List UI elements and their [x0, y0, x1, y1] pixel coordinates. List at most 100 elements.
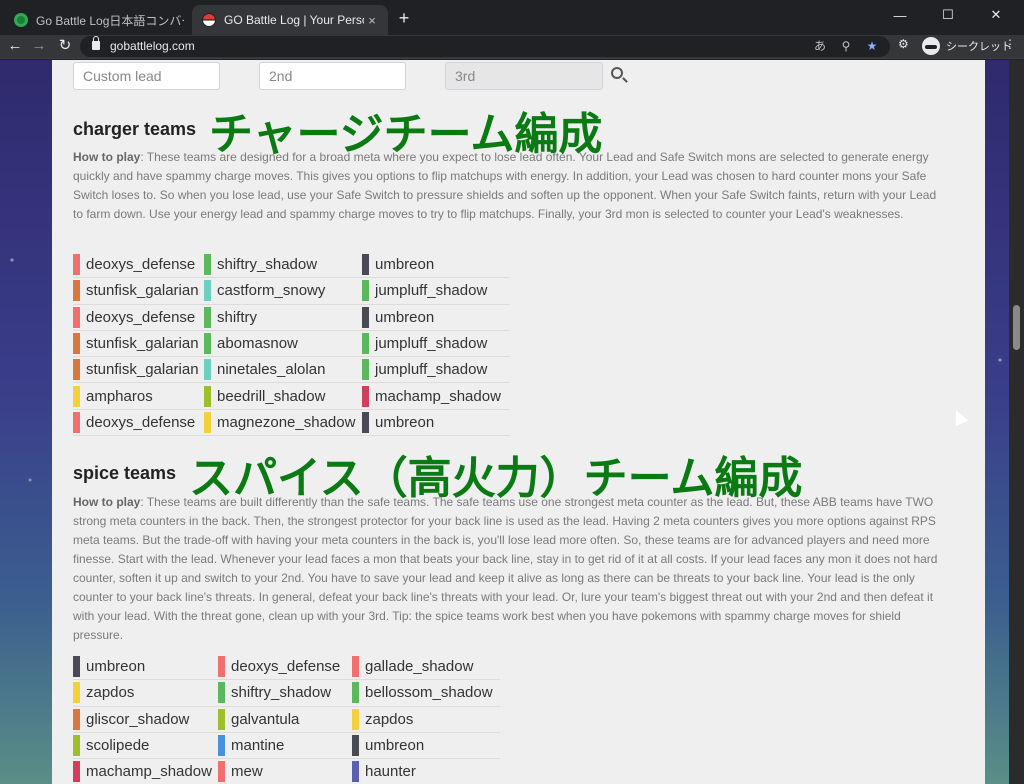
zoom-icon[interactable]: ⚲ [838, 38, 854, 54]
team-member[interactable]: mew [218, 759, 352, 784]
pokemon-name: deoxys_defense [86, 256, 196, 274]
minimize-icon[interactable]: — [876, 0, 924, 30]
globe-icon [14, 13, 28, 27]
team-member[interactable]: machamp_shadow [362, 383, 509, 408]
pokemon-name: galvantula [231, 710, 300, 728]
team-member[interactable]: shiftry_shadow [218, 680, 352, 705]
reload-icon[interactable]: ↻ [54, 35, 76, 57]
type-color-bar [362, 411, 369, 433]
translate-icon[interactable]: あ [812, 38, 828, 54]
incognito-indicator[interactable]: シークレット [922, 37, 1012, 55]
team-member[interactable]: umbreon [362, 252, 509, 277]
team-member[interactable]: jumpluff_shadow [362, 278, 509, 303]
team-member[interactable]: zapdos [352, 707, 500, 732]
team-member[interactable]: umbreon [362, 410, 509, 435]
team-row[interactable]: scolipede mantine umbreon [73, 733, 500, 760]
charger-teams-heading: charger teams [73, 119, 197, 139]
team-row[interactable]: gliscor_shadow galvantula zapdos [73, 707, 500, 733]
main-content: Custom lead 2nd 3rd charger teams チャージチー… [52, 60, 985, 784]
team-member[interactable]: beedrill_shadow [204, 383, 362, 408]
type-color-bar [362, 333, 369, 355]
scrollbar-thumb[interactable] [1013, 305, 1020, 350]
search-icon[interactable] [611, 67, 623, 79]
team-member[interactable]: bellossom_shadow [352, 680, 500, 705]
team-row[interactable]: umbreon deoxys_defense gallade_shadow [73, 654, 500, 681]
type-color-bar [204, 306, 211, 328]
team-member[interactable]: umbreon [352, 733, 500, 758]
team-member[interactable]: shiftry_shadow [204, 252, 362, 277]
team-row[interactable]: stunfisk_galarian abomasnow jumpluff_shado… [73, 331, 509, 358]
forward-icon[interactable]: → [28, 35, 50, 57]
team-member[interactable]: stunfisk_galarian [73, 278, 204, 303]
team-member[interactable]: zapdos [73, 680, 218, 705]
type-color-bar [73, 708, 80, 730]
team-member[interactable]: machamp_shadow [73, 759, 218, 784]
team-row[interactable]: deoxys_defense shiftry_shadow umbreon [73, 252, 509, 279]
type-color-bar [352, 682, 359, 704]
team-member[interactable]: ninetales_alolan [204, 357, 362, 382]
pokemon-name: beedrill_shadow [217, 387, 326, 405]
custom-lead-input[interactable]: Custom lead [73, 62, 220, 90]
extensions-icon[interactable]: ⚙ [898, 37, 909, 51]
tab-title: Go Battle Log日本語コンバーター | ✕ [36, 13, 184, 28]
team-member[interactable]: shiftry [204, 305, 362, 330]
team-member[interactable]: deoxys_defense [73, 410, 204, 435]
team-member[interactable]: deoxys_defense [218, 654, 352, 679]
team-member[interactable]: deoxys_defense [73, 252, 204, 277]
bookmark-star-icon[interactable]: ★ [864, 38, 880, 54]
pokemon-name: deoxys_defense [86, 308, 196, 326]
close-tab-icon[interactable]: × [364, 13, 380, 28]
pokemon-name: mantine [231, 737, 285, 755]
team-member[interactable]: haunter [352, 759, 500, 784]
team-member[interactable]: magnezone_shadow [204, 410, 362, 435]
type-color-bar [362, 280, 369, 302]
team-member[interactable]: deoxys_defense [73, 305, 204, 330]
team-row[interactable]: deoxys_defense shiftry umbreon [73, 305, 509, 331]
tab-gobattlelog[interactable]: GO Battle Log | Your Personal Bat × [192, 5, 388, 35]
pokemon-name: deoxys_defense [86, 413, 196, 431]
team-member[interactable]: galvantula [218, 707, 352, 732]
type-color-bar [204, 385, 211, 407]
team-member[interactable]: ampharos [73, 383, 204, 408]
pokemon-name: ninetales_alolan [217, 361, 326, 379]
charger-description: How to play: These teams are designed fo… [73, 148, 938, 224]
maximize-icon[interactable]: ☐ [924, 0, 972, 30]
team-row[interactable]: deoxys_defense magnezone_shadow umbreon [73, 410, 509, 437]
back-icon[interactable]: ← [4, 35, 26, 57]
address-bar[interactable]: gobattlelog.com あ ⚲ ★ [80, 36, 890, 57]
team-member[interactable]: mantine [218, 733, 352, 758]
team-member[interactable]: jumpluff_shadow [362, 357, 509, 382]
second-input[interactable]: 2nd [259, 62, 406, 90]
team-row[interactable]: stunfisk_galarian ninetales_alolan jumpluf… [73, 357, 509, 384]
team-member[interactable]: abomasnow [204, 331, 362, 356]
team-member[interactable]: castform_snowy [204, 278, 362, 303]
team-member[interactable]: gallade_shadow [352, 654, 500, 679]
team-member[interactable]: gliscor_shadow [73, 707, 218, 732]
page-scrollbar[interactable] [1009, 60, 1024, 784]
team-member[interactable]: stunfisk_galarian [73, 331, 204, 356]
pokemon-name: castform_snowy [217, 282, 326, 300]
team-member[interactable]: stunfisk_galarian [73, 357, 204, 382]
page-viewport: Custom lead 2nd 3rd charger teams チャージチー… [0, 60, 1024, 784]
close-window-icon[interactable]: ✕ [972, 0, 1020, 30]
type-color-bar [204, 359, 211, 381]
new-tab-button[interactable]: + [394, 8, 414, 28]
team-row[interactable]: stunfisk_galarian castform_snowy jumpluff_… [73, 278, 509, 305]
pokemon-name: umbreon [375, 413, 435, 431]
team-member[interactable]: umbreon [73, 654, 218, 679]
tab-title: GO Battle Log | Your Personal Bat [224, 13, 364, 27]
tab-strip: Go Battle Log日本語コンバーター | ✕ GO Battle Log… [0, 0, 1024, 35]
team-row[interactable]: zapdos shiftry_shadow bellossom_shadow [73, 680, 500, 707]
type-color-bar [73, 411, 80, 433]
team-row[interactable]: machamp_shadow mew haunter [73, 759, 500, 784]
tab-converter[interactable]: Go Battle Log日本語コンバーター | ✕ [4, 5, 192, 35]
pokeball-icon [202, 13, 216, 27]
menu-kebab-icon[interactable]: ⋮ [1004, 37, 1016, 51]
spice-description-text: : These teams are built differently than… [73, 495, 938, 642]
team-member[interactable]: scolipede [73, 733, 218, 758]
team-member[interactable]: jumpluff_shadow [362, 331, 509, 356]
team-member[interactable]: umbreon [362, 305, 509, 330]
pokemon-name: zapdos [365, 710, 414, 728]
pokemon-name: shiftry [217, 308, 258, 326]
team-row[interactable]: ampharos beedrill_shadow machamp_shadow [73, 383, 509, 410]
